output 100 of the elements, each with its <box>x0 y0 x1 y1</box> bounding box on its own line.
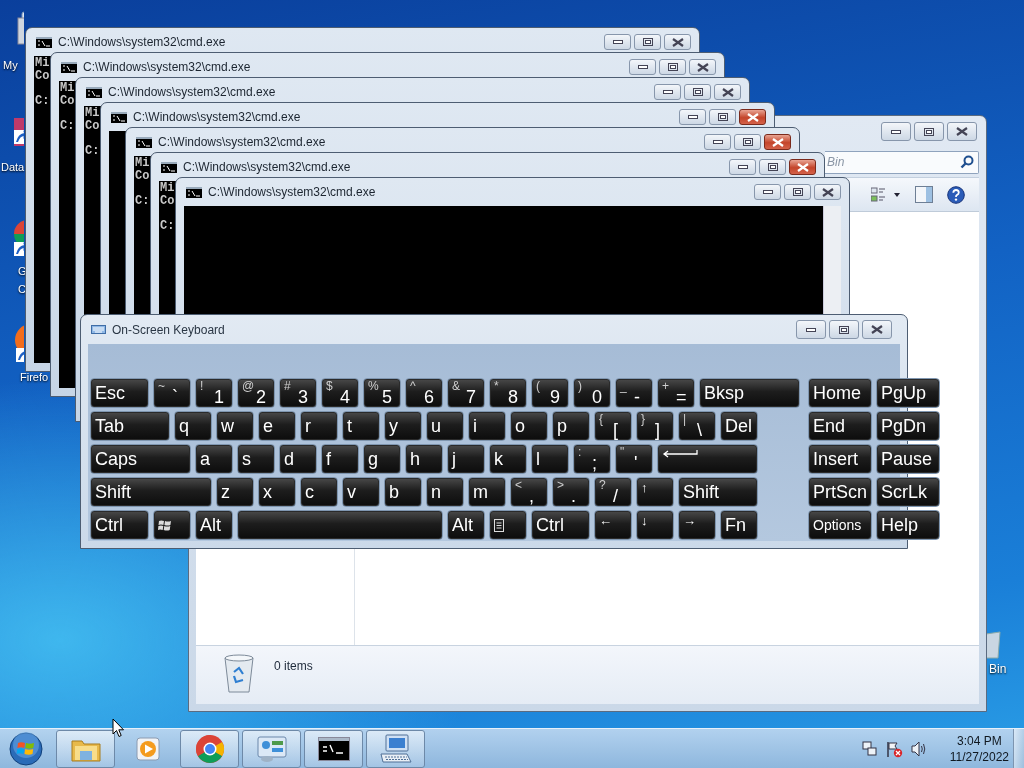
minimize-button[interactable] <box>704 134 731 150</box>
key[interactable]: Insert <box>808 444 872 474</box>
key[interactable]: a <box>195 444 233 474</box>
key[interactable]: Ctrl <box>531 510 590 540</box>
help-icon[interactable] <box>947 185 965 204</box>
maximize-button[interactable] <box>759 159 786 175</box>
key[interactable]: % 5 <box>363 378 401 408</box>
key[interactable]: ← <box>594 510 632 540</box>
maximize-button[interactable] <box>829 320 859 339</box>
key[interactable]: f <box>321 444 359 474</box>
minimize-button[interactable] <box>604 34 631 50</box>
key[interactable]: ( 9 <box>531 378 569 408</box>
key[interactable]: Home <box>808 378 872 408</box>
search-icon[interactable] <box>960 154 974 169</box>
key[interactable]: $ 4 <box>321 378 359 408</box>
key[interactable]: ↑ <box>636 477 674 507</box>
maximize-button[interactable] <box>634 34 661 50</box>
key[interactable]: Help <box>876 510 940 540</box>
preview-pane-icon[interactable] <box>915 186 933 203</box>
key[interactable]: _ - <box>615 378 653 408</box>
key[interactable]: c <box>300 477 338 507</box>
enter-key[interactable] <box>657 444 758 474</box>
key[interactable]: u <box>426 411 464 441</box>
key[interactable]: ScrLk <box>876 477 940 507</box>
key[interactable]: ~ ` <box>153 378 191 408</box>
key[interactable]: n <box>426 477 464 507</box>
key[interactable]: + = <box>657 378 695 408</box>
key[interactable]: h <box>405 444 443 474</box>
maximize-button[interactable] <box>914 122 944 141</box>
key[interactable]: ↓ <box>636 510 674 540</box>
close-button[interactable] <box>714 84 741 100</box>
key[interactable]: t <box>342 411 380 441</box>
key[interactable]: g <box>363 444 401 474</box>
clock-time[interactable]: 3:04 PM <box>957 733 1002 749</box>
minimize-button[interactable] <box>881 122 911 141</box>
key[interactable]: q <box>174 411 212 441</box>
key[interactable]: ! 1 <box>195 378 233 408</box>
view-options-icon[interactable] <box>871 186 901 203</box>
key[interactable]: w <box>216 411 254 441</box>
minimize-button[interactable] <box>796 320 826 339</box>
key[interactable]: > . <box>552 477 590 507</box>
close-button[interactable] <box>814 184 841 200</box>
key[interactable]: x <box>258 477 296 507</box>
key[interactable]: e <box>258 411 296 441</box>
key[interactable]: Shift <box>678 477 758 507</box>
close-button[interactable] <box>689 59 716 75</box>
key[interactable]: l <box>531 444 569 474</box>
search-field[interactable]: Bin <box>825 150 979 174</box>
key[interactable]: ) 0 <box>573 378 611 408</box>
key[interactable]: → <box>678 510 716 540</box>
key[interactable]: : ; <box>573 444 611 474</box>
key[interactable]: v <box>342 477 380 507</box>
menu-key[interactable] <box>489 510 527 540</box>
key[interactable]: i <box>468 411 506 441</box>
key[interactable]: z <box>216 477 254 507</box>
close-button[interactable] <box>664 34 691 50</box>
key[interactable]: | \ <box>678 411 716 441</box>
key[interactable]: o <box>510 411 548 441</box>
key[interactable]: m <box>468 477 506 507</box>
key[interactable]: " ' <box>615 444 653 474</box>
key[interactable]: k <box>489 444 527 474</box>
key[interactable]: Ctrl <box>90 510 149 540</box>
close-button[interactable] <box>862 320 892 339</box>
maximize-button[interactable] <box>734 134 761 150</box>
speaker-icon[interactable] <box>910 741 928 757</box>
minimize-button[interactable] <box>754 184 781 200</box>
key[interactable]: ^ 6 <box>405 378 443 408</box>
action-center-flag-icon[interactable] <box>885 740 903 758</box>
key[interactable]: r <box>300 411 338 441</box>
key[interactable]: } ] <box>636 411 674 441</box>
key[interactable]: < , <box>510 477 548 507</box>
key[interactable]: Alt <box>447 510 485 540</box>
key[interactable]: * 8 <box>489 378 527 408</box>
key[interactable]: Del <box>720 411 758 441</box>
key[interactable]: Options <box>808 510 872 540</box>
close-button[interactable] <box>739 109 766 125</box>
key[interactable]: s <box>237 444 275 474</box>
minimize-button[interactable] <box>729 159 756 175</box>
key[interactable]: { [ <box>594 411 632 441</box>
maximize-button[interactable] <box>709 109 736 125</box>
minimize-button[interactable] <box>679 109 706 125</box>
key[interactable]: Fn <box>720 510 758 540</box>
windows-key[interactable] <box>153 510 191 540</box>
key[interactable]: Esc <box>90 378 149 408</box>
key[interactable]: ? / <box>594 477 632 507</box>
close-button[interactable] <box>764 134 791 150</box>
key[interactable]: d <box>279 444 317 474</box>
close-button[interactable] <box>947 122 977 141</box>
minimize-button[interactable] <box>654 84 681 100</box>
key[interactable]: PgUp <box>876 378 940 408</box>
key[interactable]: Alt <box>195 510 233 540</box>
key[interactable]: Tab <box>90 411 170 441</box>
key[interactable]: PrtScn <box>808 477 872 507</box>
key[interactable]: PgDn <box>876 411 940 441</box>
key[interactable]: j <box>447 444 485 474</box>
key[interactable]: Caps <box>90 444 191 474</box>
key[interactable]: b <box>384 477 422 507</box>
close-button[interactable] <box>789 159 816 175</box>
maximize-button[interactable] <box>684 84 711 100</box>
maximize-button[interactable] <box>659 59 686 75</box>
